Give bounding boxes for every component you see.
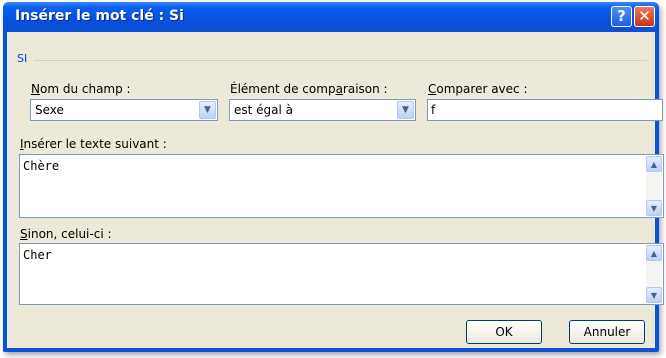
field-name-value: Sexe (35, 103, 64, 117)
compare-with-input[interactable]: f (427, 99, 663, 121)
help-icon: ? (617, 7, 626, 25)
otherwise-value: Cher (23, 248, 52, 262)
group-label-si: SI (17, 52, 28, 65)
insert-text-label: Insérer le texte suivant : (20, 137, 167, 151)
chevron-up-icon[interactable]: ▲ (646, 245, 662, 261)
chevron-down-icon[interactable]: ▼ (199, 101, 216, 119)
field-name-label: Nom du champ : (31, 82, 131, 96)
insert-text-scrollbar[interactable]: ▲ ▼ (646, 156, 662, 216)
chevron-up-icon[interactable]: ▲ (646, 156, 662, 172)
dialog-title: Insérer le mot clé : Si (15, 8, 184, 24)
otherwise-label: Sinon, celui-ci : (20, 227, 112, 241)
chevron-down-icon[interactable]: ▼ (646, 200, 662, 216)
close-button[interactable]: ✕ (634, 6, 655, 27)
comparison-combobox[interactable]: est égal à ▼ (229, 99, 416, 121)
otherwise-text-area[interactable]: Cher ▲ ▼ (19, 243, 664, 305)
insert-text-value: Chère (23, 159, 60, 173)
otherwise-scrollbar[interactable]: ▲ ▼ (646, 245, 662, 303)
group-divider (34, 60, 647, 61)
comparison-value: est égal à (234, 103, 294, 117)
chevron-down-icon[interactable]: ▼ (397, 101, 414, 119)
ok-button[interactable]: OK (466, 320, 542, 344)
insert-text-area[interactable]: Chère ▲ ▼ (19, 154, 664, 218)
title-bar[interactable]: Insérer le mot clé : Si ? ✕ (3, 2, 659, 32)
cancel-button[interactable]: Annuler (569, 320, 645, 344)
compare-with-value: f (431, 103, 436, 117)
close-icon: ✕ (638, 7, 651, 25)
comparison-label: Élément de comparaison : (230, 82, 388, 96)
help-button[interactable]: ? (611, 6, 632, 27)
field-name-combobox[interactable]: Sexe ▼ (30, 99, 218, 121)
chevron-down-icon[interactable]: ▼ (646, 287, 662, 303)
dialog-body: SI Nom du champ : Sexe ▼ Élément de comp… (7, 32, 664, 348)
compare-with-label: Comparer avec : (428, 82, 528, 96)
dialog-window: Insérer le mot clé : Si ? ✕ SI Nom du ch… (3, 2, 664, 352)
